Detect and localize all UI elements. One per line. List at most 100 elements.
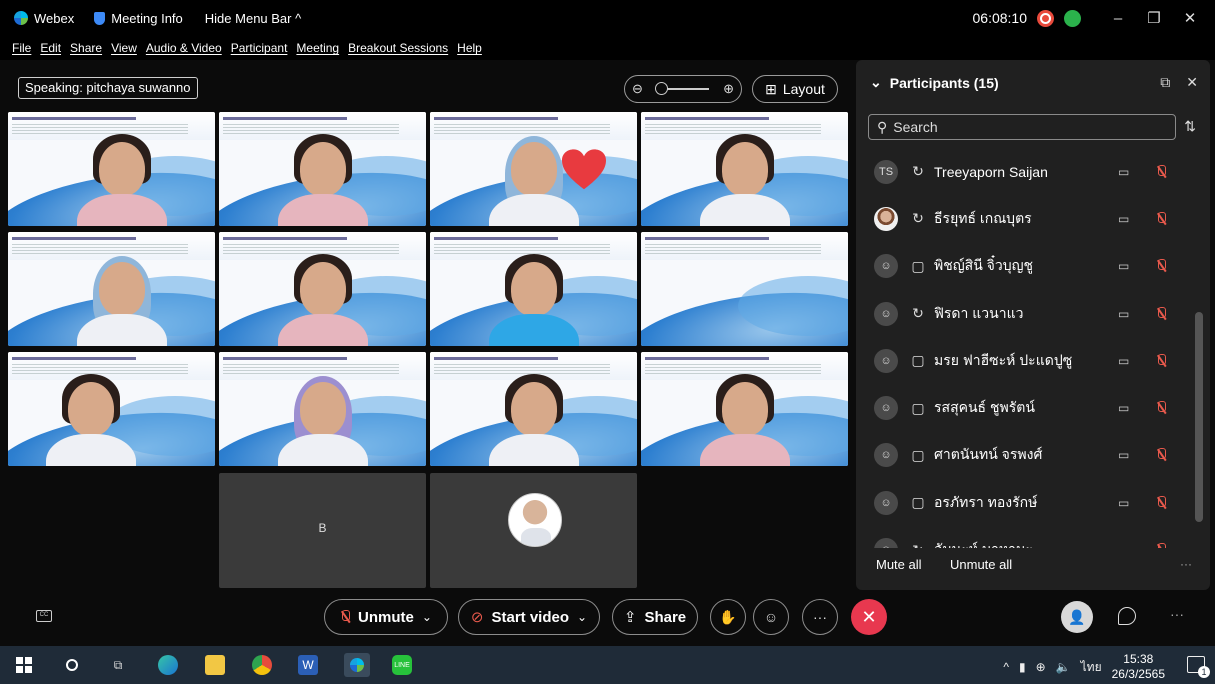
participant-row[interactable]: ☺ ▢ อรภัทรา ทองรักษ์ ▭	[856, 479, 1196, 526]
task-view-icon[interactable]: ⧉	[108, 655, 128, 675]
chevron-up-icon[interactable]: ^	[1003, 660, 1009, 674]
mic-muted-icon[interactable]	[1156, 401, 1166, 415]
file-explorer-icon[interactable]	[205, 655, 225, 675]
camera-icon[interactable]: ▭	[1118, 543, 1129, 548]
mic-muted-icon[interactable]	[1156, 448, 1166, 462]
pop-out-icon[interactable]: ⧉	[1160, 74, 1170, 91]
start-video-button[interactable]: ⊘ Start video ⌄	[458, 599, 600, 635]
video-tile[interactable]	[641, 112, 848, 226]
menu-file[interactable]: File	[12, 41, 31, 55]
meeting-info-button[interactable]: Meeting Info	[94, 11, 183, 26]
chevron-down-icon[interactable]: ⌄	[870, 74, 882, 91]
webex-taskbar-icon[interactable]	[344, 653, 370, 677]
camera-icon[interactable]: ▭	[1118, 212, 1129, 226]
unmute-all-button[interactable]: Unmute all	[950, 557, 1012, 572]
close-window-button[interactable]: ✕	[1177, 9, 1203, 27]
menu-participant[interactable]: Participant	[231, 41, 288, 55]
more-panels-icon[interactable]: ···	[1170, 606, 1184, 622]
restore-button[interactable]: ❐	[1141, 9, 1167, 27]
video-tile[interactable]	[219, 112, 426, 226]
participant-row[interactable]: ☺ ▢ มรย ฟาฮีซะห์ ปะแดปูซู ▭	[856, 337, 1196, 384]
windows-start-icon[interactable]	[14, 655, 34, 675]
share-button[interactable]: ⇪ Share	[612, 599, 698, 635]
layout-button[interactable]: ⊞ Layout	[752, 75, 838, 103]
participant-row[interactable]: ☺ ▢ รสสุคนธ์ ชูพรัตน์ ▭	[856, 384, 1196, 431]
participant-row[interactable]: TS ↻ Treeyaporn Saijan ▭	[856, 148, 1196, 195]
app-title[interactable]: Webex	[14, 11, 74, 26]
close-panel-icon[interactable]: ✕	[1186, 74, 1198, 91]
participant-row[interactable]: ↻ ธีรยุทธ์ เกณบุตร ▭	[856, 195, 1196, 242]
closed-captions-icon[interactable]: CC	[36, 610, 52, 622]
video-tile[interactable]	[219, 232, 426, 346]
mic-muted-icon[interactable]	[1156, 164, 1166, 179]
video-tile[interactable]	[8, 352, 215, 466]
system-clock[interactable]: 15:38 26/3/2565	[1112, 652, 1165, 682]
mic-muted-icon[interactable]	[1156, 495, 1166, 510]
menu-help[interactable]: Help	[457, 41, 482, 55]
video-tile[interactable]	[219, 352, 426, 466]
mic-muted-icon[interactable]	[1156, 306, 1166, 321]
menu-edit[interactable]: Edit	[40, 41, 61, 55]
menu-share[interactable]: Share	[70, 41, 102, 55]
unmute-button[interactable]: Unmute ⌄	[324, 599, 448, 635]
participant-row[interactable]: ☺ ▢ พิชญ์สินี จิ๋วบุญชู ▭	[856, 243, 1196, 290]
camera-icon[interactable]: ▭	[1118, 401, 1129, 415]
participant-list-scrollbar[interactable]	[1195, 147, 1203, 547]
notification-center-icon[interactable]: 1	[1187, 656, 1210, 678]
zoom-slider-knob[interactable]	[655, 82, 668, 95]
menu-breakout-sessions[interactable]: Breakout Sessions	[348, 41, 448, 55]
input-language[interactable]: ไทย	[1081, 658, 1102, 677]
zoom-in-icon[interactable]: ⊕	[723, 81, 734, 97]
video-tile[interactable]	[430, 352, 637, 466]
video-tile[interactable]	[641, 232, 848, 346]
mute-all-button[interactable]: Mute all	[876, 557, 922, 572]
video-tile[interactable]	[8, 112, 215, 226]
camera-icon[interactable]: ▭	[1118, 354, 1129, 368]
participants-header[interactable]: ⌄ Participants (15)	[870, 74, 999, 91]
reactions-button[interactable]: ☺	[753, 599, 789, 635]
volume-icon[interactable]: 🔈	[1056, 660, 1071, 674]
chevron-down-icon[interactable]: ⌄	[422, 610, 432, 624]
zoom-control[interactable]: ⊖ ⊕	[624, 75, 742, 103]
zoom-slider[interactable]	[655, 82, 709, 95]
mic-muted-icon[interactable]	[1156, 353, 1166, 368]
minimize-button[interactable]: –	[1105, 10, 1131, 27]
scrollbar-thumb[interactable]	[1195, 312, 1203, 522]
menu-view[interactable]: View	[111, 41, 137, 55]
video-off-tile[interactable]: B	[219, 473, 426, 588]
chevron-down-icon[interactable]: ⌄	[577, 610, 587, 624]
camera-icon[interactable]: ▭	[1118, 448, 1129, 462]
menu-audio-video[interactable]: Audio & Video	[146, 41, 222, 55]
menu-meeting[interactable]: Meeting	[296, 41, 339, 55]
recording-icon[interactable]	[1037, 9, 1054, 27]
participant-row[interactable]: ☺ ↻ อัมนะห์ มาหามะ ▭	[856, 526, 1196, 548]
participant-search-input[interactable]: ⚲ Search	[868, 114, 1176, 140]
more-options-button[interactable]: ···	[802, 599, 838, 635]
battery-icon[interactable]: ▮	[1019, 660, 1026, 674]
video-off-tile[interactable]	[430, 473, 637, 588]
mic-muted-icon[interactable]	[1156, 543, 1166, 548]
video-tile[interactable]	[430, 112, 637, 226]
line-app-icon[interactable]: LINE	[392, 655, 412, 675]
raise-hand-button[interactable]: ✋	[710, 599, 746, 635]
leave-meeting-button[interactable]: ✕	[851, 599, 887, 635]
camera-icon[interactable]: ▭	[1118, 307, 1129, 321]
more-options-icon[interactable]: ···	[1180, 557, 1192, 571]
participant-row[interactable]: ☺ ▢ ศาตนันทน์ จรพงศ์ ▭	[856, 432, 1196, 479]
video-tile[interactable]	[641, 352, 848, 466]
zoom-out-icon[interactable]: ⊖	[632, 81, 643, 97]
search-icon[interactable]	[62, 655, 82, 675]
camera-icon[interactable]: ▭	[1118, 259, 1129, 273]
video-tile[interactable]	[430, 232, 637, 346]
word-icon[interactable]: W	[298, 655, 318, 675]
camera-icon[interactable]: ▭	[1118, 496, 1129, 510]
mic-muted-icon[interactable]	[1156, 259, 1166, 273]
network-health-icon[interactable]	[1064, 9, 1081, 27]
participants-toggle-button[interactable]: 👤	[1061, 601, 1093, 633]
mic-muted-icon[interactable]	[1156, 211, 1166, 226]
hide-menu-bar-button[interactable]: Hide Menu Bar ^	[205, 11, 301, 26]
sort-icon[interactable]: ⇅	[1184, 118, 1196, 135]
chrome-icon[interactable]	[252, 655, 272, 675]
video-tile[interactable]	[8, 232, 215, 346]
camera-icon[interactable]: ▭	[1118, 165, 1129, 179]
